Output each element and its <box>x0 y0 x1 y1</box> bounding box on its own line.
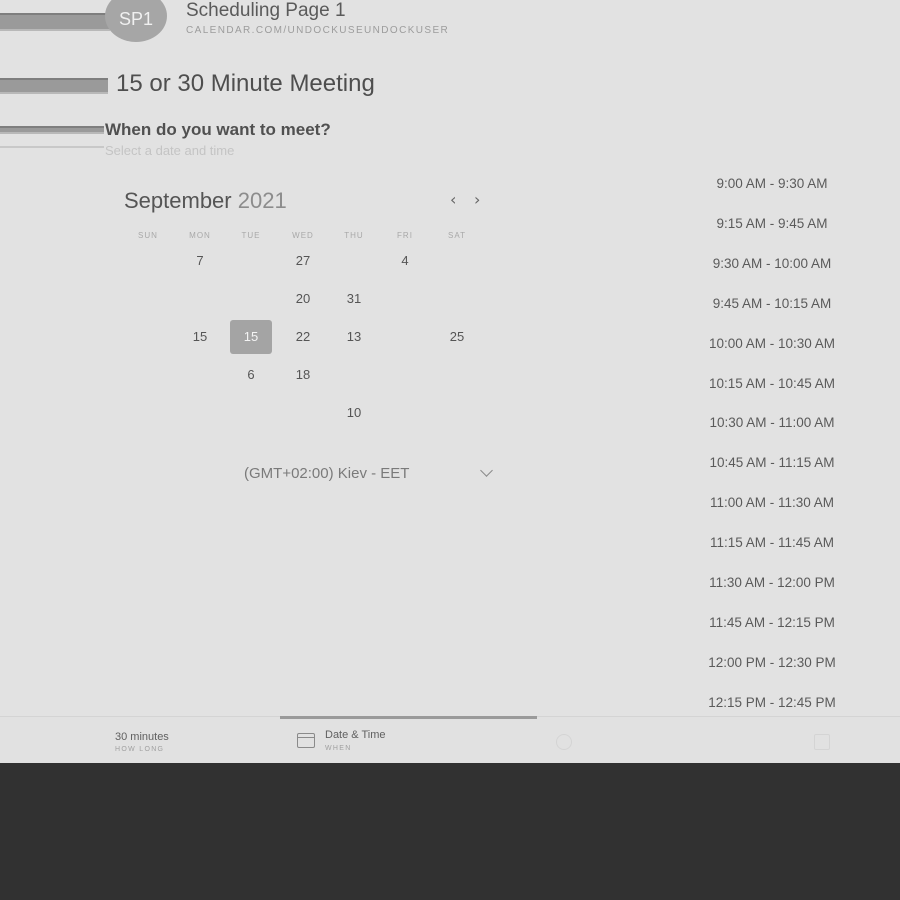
chevron-right-icon: › <box>474 190 481 209</box>
time-slot-button[interactable]: 12:15 PM - 12:45 PM <box>690 689 854 717</box>
time-slot-button[interactable]: 11:15 AM - 11:45 AM <box>690 529 854 557</box>
next-month-button[interactable]: › <box>474 190 480 209</box>
calendar-month: September <box>124 188 232 213</box>
scheduling-app: SP1 Scheduling Page 1 CALENDAR.COM/UNDOC… <box>0 0 900 763</box>
time-slot-button[interactable]: 10:00 AM - 10:30 AM <box>690 330 854 358</box>
decorative-bar <box>0 13 110 31</box>
event-title: 15 or 30 Minute Meeting <box>116 70 375 97</box>
datetime-step-label[interactable]: Date & Time <box>325 729 386 741</box>
datetime-step-sub: WHEN <box>325 745 352 752</box>
ghost-step-icon <box>556 734 572 750</box>
duration-step-sub: HOW LONG <box>115 746 165 753</box>
time-slot-button[interactable]: 10:30 AM - 11:00 AM <box>690 409 854 437</box>
calendar-day[interactable]: 31 <box>333 282 375 316</box>
time-slot-button[interactable]: 9:45 AM - 10:15 AM <box>690 290 854 318</box>
decorative-bar <box>0 146 104 148</box>
time-slot-button[interactable]: 11:00 AM - 11:30 AM <box>690 489 854 517</box>
calendar-day[interactable]: 27 <box>282 244 324 278</box>
chevron-left-icon: ‹ <box>450 190 457 209</box>
decorative-bar <box>0 126 104 134</box>
weekday-label: TUE <box>241 231 261 240</box>
time-slot-button[interactable]: 9:00 AM - 9:30 AM <box>690 170 854 198</box>
calendar-day[interactable]: 13 <box>333 320 375 354</box>
calendar-day[interactable]: 20 <box>282 282 324 316</box>
time-slot-button[interactable]: 11:45 AM - 12:15 PM <box>690 609 854 637</box>
calendar-day[interactable]: 25 <box>436 320 478 354</box>
weekday-label: SAT <box>448 231 466 240</box>
avatar[interactable]: SP1 <box>105 0 167 42</box>
calendar-day[interactable]: 4 <box>384 244 426 278</box>
calendar-day[interactable]: 22 <box>282 320 324 354</box>
weekday-label: THU <box>344 231 364 240</box>
previous-month-button[interactable]: ‹ <box>450 190 456 209</box>
page-title: Scheduling Page 1 <box>186 0 346 21</box>
ghost-step-icon <box>814 734 830 750</box>
duration-step-label[interactable]: 30 minutes <box>115 731 169 743</box>
decorative-bar <box>0 78 108 94</box>
chevron-down-icon[interactable] <box>480 464 493 477</box>
page-url[interactable]: CALENDAR.COM/UNDOCKUSEUNDOCKUSER <box>186 25 449 36</box>
weekday-label: FRI <box>397 231 413 240</box>
weekday-label: MON <box>189 231 211 240</box>
time-slot-button[interactable]: 9:15 AM - 9:45 AM <box>690 210 854 238</box>
time-slot-button[interactable]: 12:00 PM - 12:30 PM <box>690 649 854 677</box>
calendar-day[interactable]: 18 <box>282 358 324 392</box>
calendar-month-heading: September 2021 <box>124 188 287 214</box>
time-slot-button[interactable]: 10:45 AM - 11:15 AM <box>690 449 854 477</box>
calendar-year: 2021 <box>237 188 287 213</box>
calendar-day-selected[interactable]: 15 <box>230 320 272 354</box>
timezone-select[interactable]: (GMT+02:00) Kiev - EET <box>244 465 409 482</box>
dark-background <box>0 763 900 900</box>
time-slot-button[interactable]: 10:15 AM - 10:45 AM <box>690 370 854 398</box>
section-question: When do you want to meet? <box>105 120 331 139</box>
calendar-day[interactable]: 6 <box>230 358 272 392</box>
time-slot-button[interactable]: 9:30 AM - 10:00 AM <box>690 250 854 278</box>
weekday-label: SUN <box>138 231 158 240</box>
calendar-day[interactable]: 15 <box>179 320 221 354</box>
active-step-indicator <box>280 716 537 719</box>
calendar-icon <box>297 733 315 748</box>
calendar-day[interactable]: 7 <box>179 244 221 278</box>
calendar-day[interactable]: 10 <box>333 396 375 430</box>
time-slot-button[interactable]: 11:30 AM - 12:00 PM <box>690 569 854 597</box>
section-subtitle: Select a date and time <box>105 143 235 158</box>
weekday-label: WED <box>292 231 314 240</box>
